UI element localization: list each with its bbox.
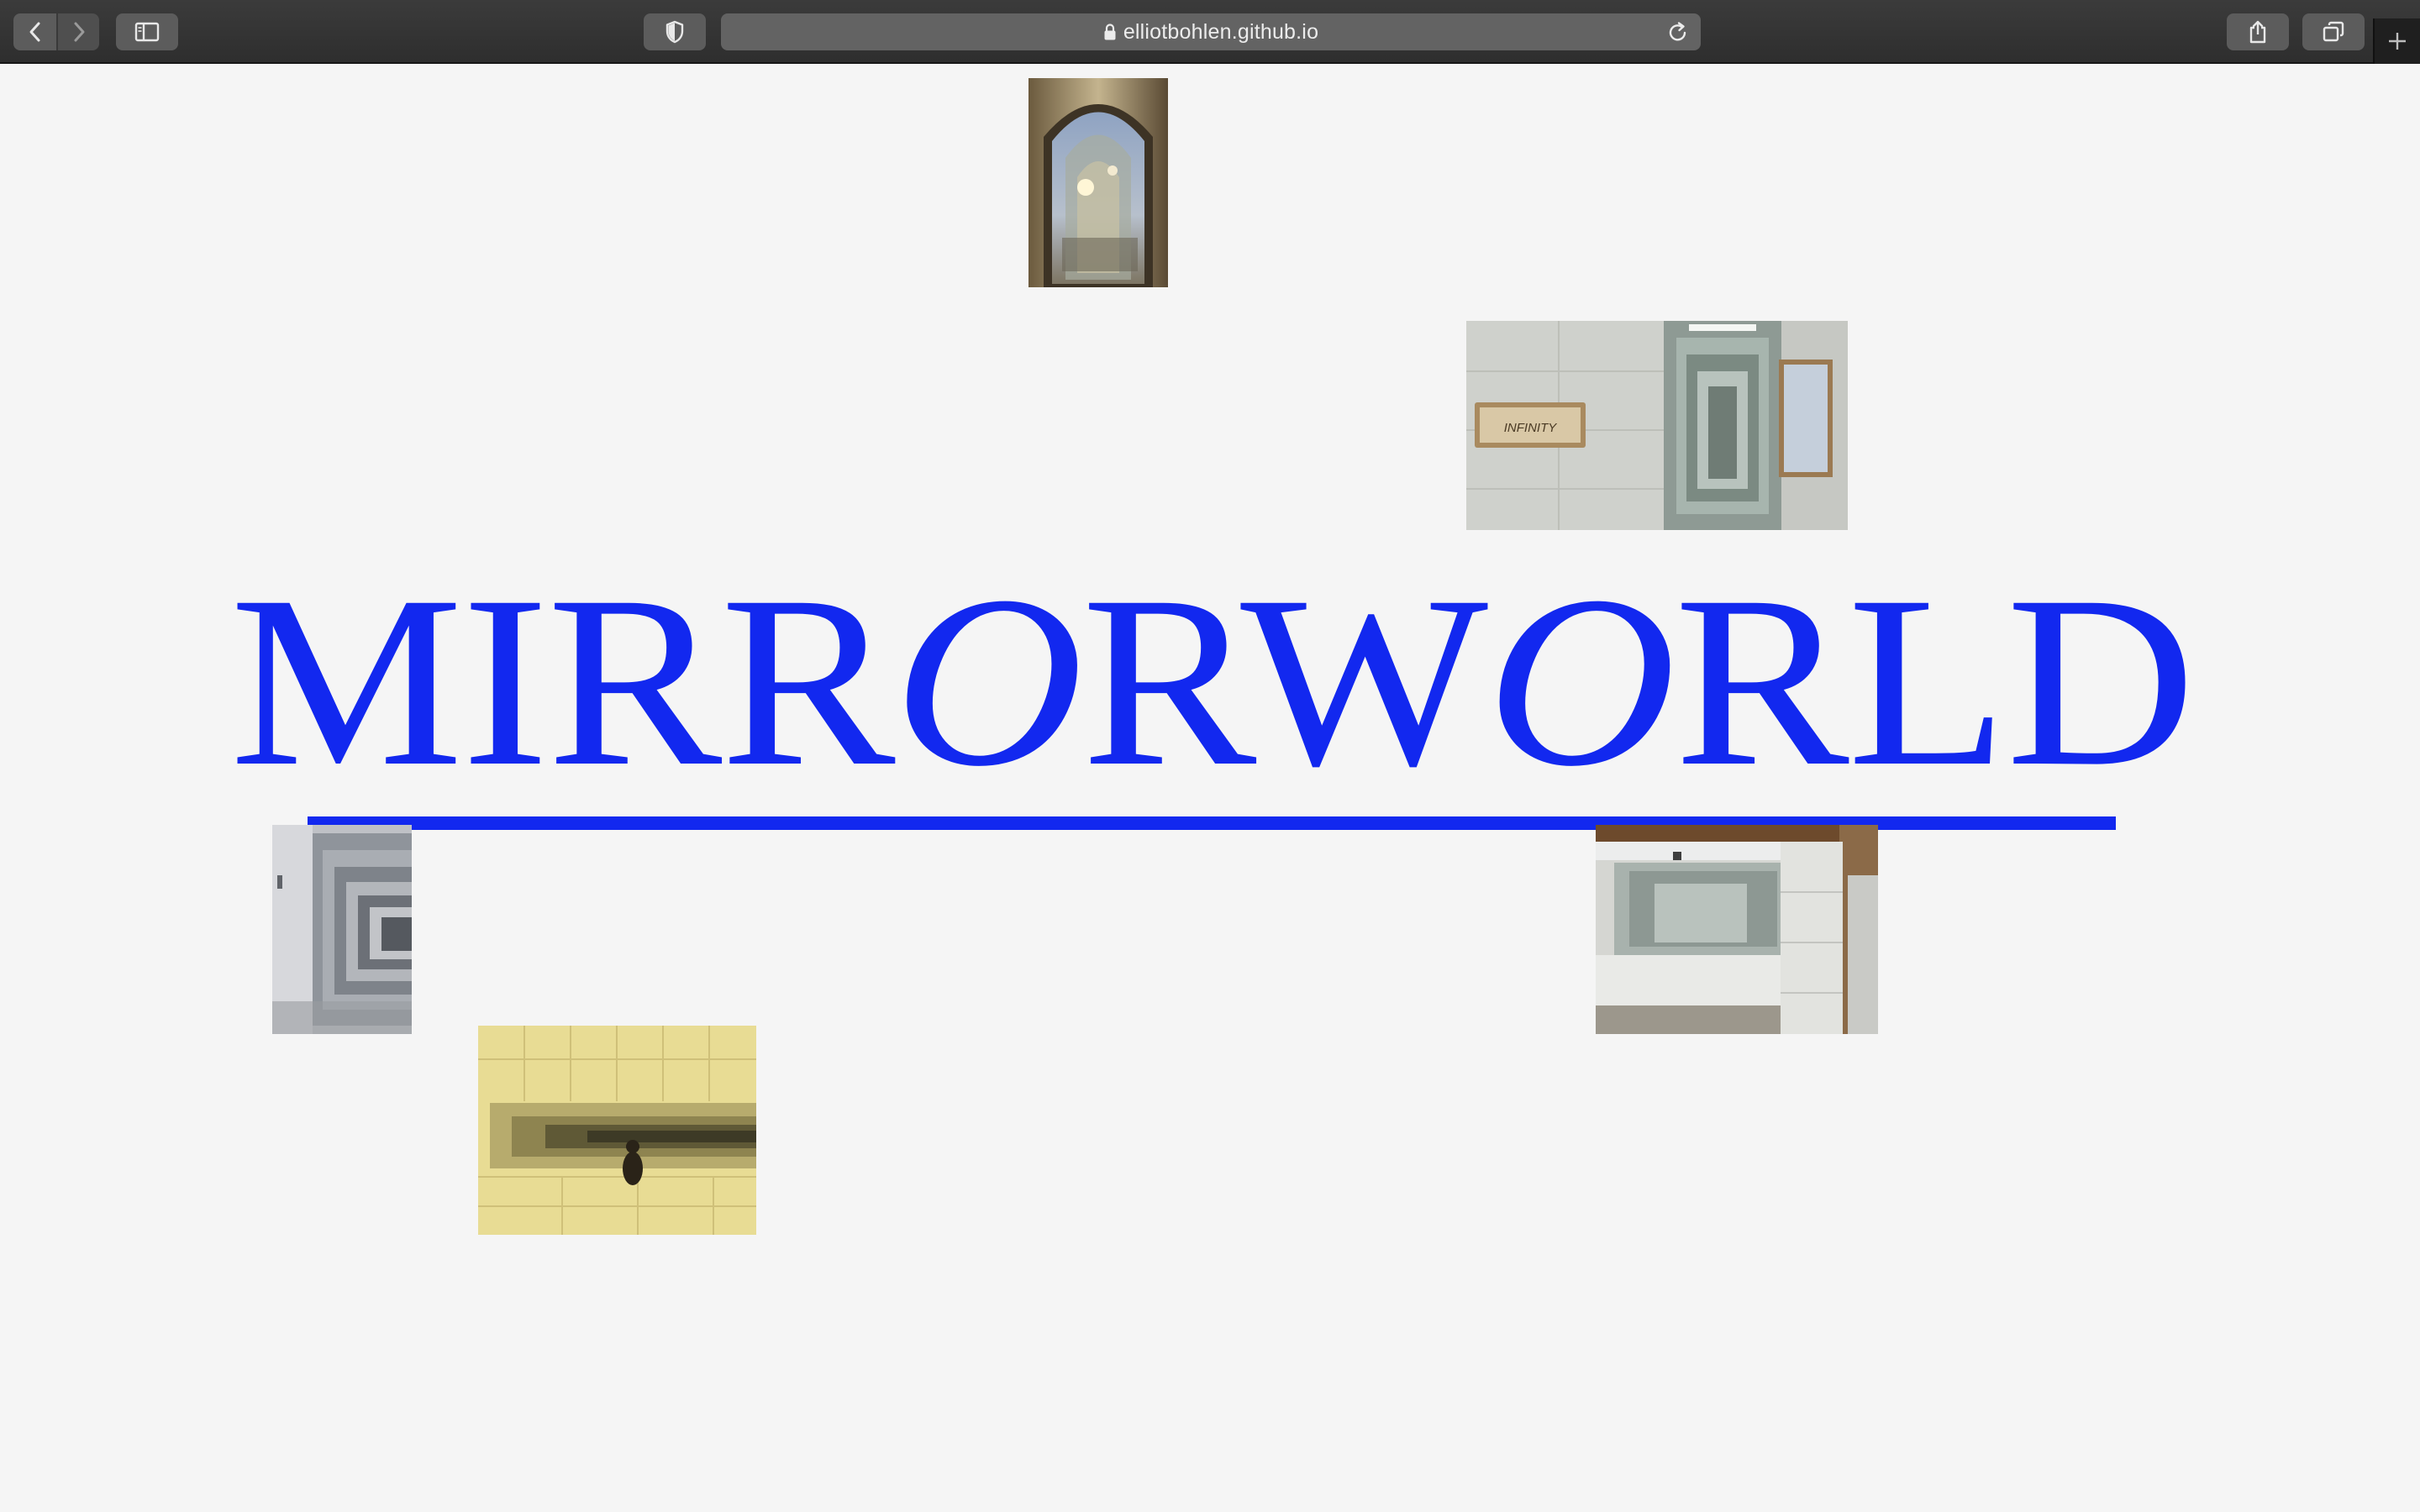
browser-toolbar: elliotbohlen.github.io [0, 0, 2420, 64]
page-content: INFINITY MIRRORWORLD [0, 66, 2420, 1512]
tab-overview-button[interactable] [2302, 13, 2365, 50]
site-title: MIRRORWORLD [229, 546, 2195, 817]
new-tab-button[interactable] [2373, 18, 2420, 64]
share-icon [2249, 20, 2266, 44]
reload-button[interactable] [1667, 20, 1689, 50]
back-button[interactable] [13, 13, 56, 50]
chevron-right-icon [74, 22, 84, 42]
tabs-overview-icon [2323, 21, 2344, 42]
share-button[interactable] [2227, 13, 2289, 50]
sidebar-icon [134, 22, 160, 42]
chevron-left-icon [29, 22, 39, 42]
arched-mirror-photo[interactable] [1028, 78, 1168, 287]
reload-icon [1669, 22, 1686, 41]
privacy-report-button[interactable] [644, 13, 706, 50]
site-title-link[interactable]: MIRRORWORLD [229, 544, 2196, 830]
navigation-buttons [13, 13, 99, 50]
plus-icon [2389, 33, 2406, 50]
yellow-tile-mirror-photo[interactable] [478, 1026, 756, 1235]
address-url: elliotbohlen.github.io [1123, 19, 1319, 44]
shield-icon [666, 20, 684, 44]
bathroom-mirror-photo[interactable] [1596, 825, 1878, 1034]
forward-button[interactable] [56, 13, 99, 50]
infinity-sign-photo[interactable]: INFINITY [1466, 321, 1848, 530]
lock-icon [1103, 23, 1117, 41]
mirror-corridor-photo[interactable] [272, 825, 412, 1034]
address-bar[interactable]: elliotbohlen.github.io [721, 13, 1701, 50]
sidebar-button[interactable] [116, 13, 178, 50]
svg-text:INFINITY: INFINITY [1504, 421, 1557, 435]
